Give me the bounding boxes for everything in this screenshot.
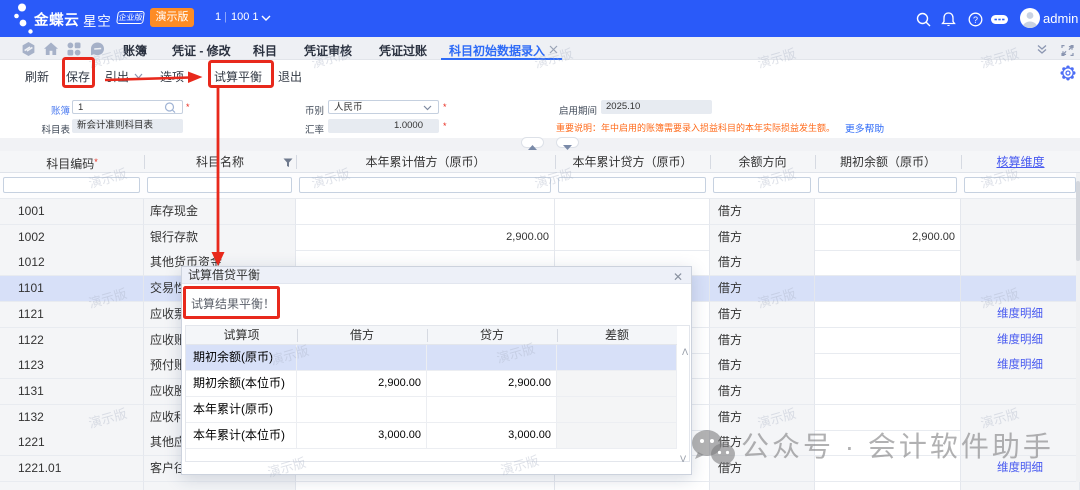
svg-text:?: ? xyxy=(973,15,978,25)
